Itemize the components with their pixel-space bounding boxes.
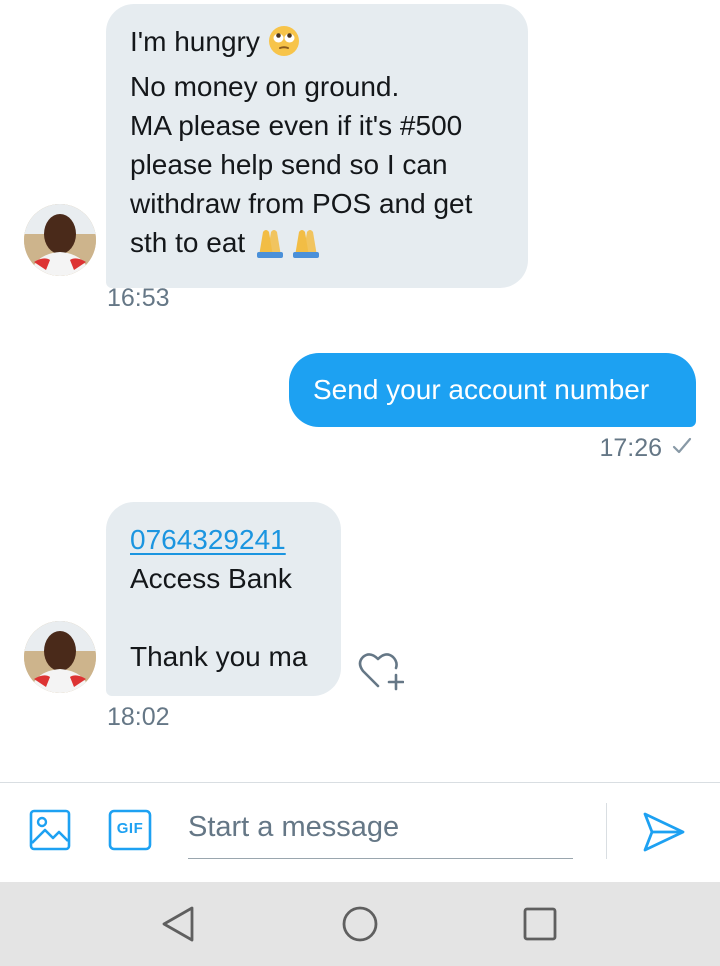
rolling-eyes-emoji-icon — [268, 25, 300, 67]
account-number-link[interactable]: 0764329241 — [130, 520, 317, 559]
message-line: withdraw from POS and get — [130, 188, 473, 219]
praying-hands-emoji-icon — [253, 226, 325, 268]
send-icon[interactable] — [642, 811, 688, 857]
read-check-icon — [672, 434, 692, 463]
message-timestamp: 17:26 — [599, 434, 662, 462]
message-text: Send your account number — [313, 374, 650, 405]
message-timestamp: 16:53 — [107, 284, 170, 312]
contact-avatar[interactable] — [24, 204, 96, 276]
message-line: I'm hungry — [130, 26, 260, 57]
contact-avatar[interactable] — [24, 621, 96, 693]
message-line: No money on ground. — [130, 71, 400, 102]
message-line — [130, 598, 317, 637]
message-line: sth to eat — [130, 227, 246, 258]
message-status: 17:26 — [599, 434, 692, 463]
message-thread: I'm hungry No money on ground. MA please… — [0, 0, 720, 782]
message-input[interactable]: Start a message — [188, 803, 573, 859]
message-line: please help send so I can — [130, 149, 448, 180]
recents-icon[interactable] — [520, 904, 560, 944]
message-timestamp: 18:02 — [107, 703, 170, 731]
message-line: Access Bank — [130, 563, 292, 594]
system-navigation-bar — [0, 882, 720, 966]
message-line: MA please even if it's #500 — [130, 110, 463, 141]
gif-label: GIF — [116, 820, 144, 837]
composer-divider — [606, 803, 607, 859]
image-icon[interactable] — [29, 809, 75, 855]
home-icon[interactable] — [340, 904, 380, 944]
heart-plus-icon[interactable] — [358, 650, 405, 692]
message-composer: GIF Start a message — [0, 782, 720, 882]
incoming-message-bubble[interactable]: 0764329241 Access Bank Thank you ma — [106, 502, 341, 696]
message-line: Thank you ma — [130, 641, 308, 672]
back-icon[interactable] — [158, 904, 198, 944]
incoming-message-bubble[interactable]: I'm hungry No money on ground. MA please… — [106, 4, 528, 288]
outgoing-message-bubble[interactable]: Send your account number — [289, 353, 696, 427]
gif-button[interactable]: GIF — [108, 809, 154, 855]
